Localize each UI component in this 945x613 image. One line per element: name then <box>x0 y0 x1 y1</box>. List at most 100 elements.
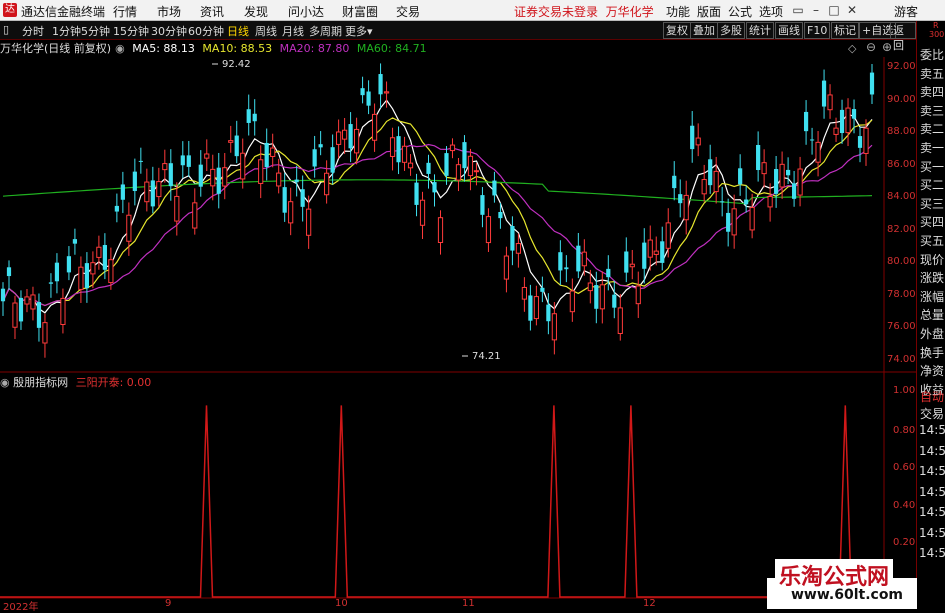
quote-field-label: 买二 <box>920 178 945 193</box>
candle-up <box>270 147 276 157</box>
candle-down <box>839 109 845 134</box>
candle-up <box>629 263 635 268</box>
candle-up <box>731 208 737 236</box>
candle-up <box>665 222 671 249</box>
quote-field-label: 净资 <box>920 364 945 379</box>
candle-up <box>449 144 456 152</box>
candle-down <box>36 302 42 328</box>
candle-down <box>312 149 317 167</box>
high-label: 92.42 <box>222 59 251 70</box>
quote-field-label: 换手 <box>920 345 945 360</box>
watermark-url: www.60lt.com <box>791 587 904 603</box>
candle-down <box>246 109 251 123</box>
candle-up <box>336 131 342 145</box>
candle-up <box>353 128 360 154</box>
candle-up <box>653 250 659 255</box>
candle-up <box>503 255 510 280</box>
trade-label[interactable]: 交易 <box>920 405 944 422</box>
candle-down <box>546 304 551 322</box>
candle-down <box>84 263 89 289</box>
candle-up <box>761 162 767 175</box>
ma5-line <box>2 99 873 314</box>
candle-up <box>90 262 96 275</box>
candle-up <box>389 137 396 157</box>
candle-down <box>414 182 419 205</box>
quote-field-label: 涨幅 <box>920 289 945 304</box>
candle-down <box>180 155 185 166</box>
candle-up <box>288 201 294 224</box>
candle-down <box>252 113 257 122</box>
candle-up <box>174 195 180 222</box>
candle-up <box>258 159 264 184</box>
candle-down <box>366 91 371 106</box>
quote-field-label: 委比 <box>920 48 945 62</box>
time-label: 12 <box>643 598 656 609</box>
auto-label[interactable]: 自动 <box>920 388 944 405</box>
candle-up <box>815 141 821 163</box>
candle-down <box>378 74 383 95</box>
candle-down <box>492 180 497 196</box>
candle-down <box>558 252 563 271</box>
indicator-series <box>0 405 875 598</box>
time-label: 2022年 <box>3 602 39 613</box>
candle-down <box>672 175 677 189</box>
tick-time: 14:56 <box>919 423 945 437</box>
candle-down <box>318 144 323 148</box>
ma-lines <box>2 99 873 314</box>
candle-down <box>540 287 545 292</box>
candle-down <box>809 139 815 141</box>
candle-up <box>228 140 234 143</box>
candle-down <box>510 225 515 251</box>
candle-up <box>533 296 539 320</box>
quote-field-label: 买一 <box>920 159 945 174</box>
tick-time: 14:56 <box>919 464 945 478</box>
candle-up <box>551 313 557 341</box>
candle-down <box>114 205 119 212</box>
candle-down <box>348 124 353 149</box>
candle-up <box>60 297 66 326</box>
candle-up <box>108 259 114 284</box>
candle-up <box>467 155 474 177</box>
time-label: 10 <box>335 598 348 609</box>
tick-time: 14:56 <box>919 505 945 519</box>
candle-up <box>42 322 48 344</box>
candle-up <box>222 167 228 187</box>
candle-down <box>738 168 743 185</box>
candles <box>0 63 875 358</box>
candle-down <box>18 297 24 322</box>
candle-up <box>647 239 653 258</box>
candle-down <box>432 182 437 193</box>
candle-down <box>624 251 629 273</box>
candle-up <box>635 285 641 305</box>
candle-down <box>300 189 305 207</box>
candle-down <box>660 241 665 263</box>
candle-up <box>845 107 851 134</box>
candle-down <box>54 262 60 282</box>
candle-down <box>564 267 569 270</box>
quote-field-label: 外盘 <box>920 327 945 341</box>
quote-field-label: 买三 <box>920 196 945 211</box>
candle-up <box>599 284 605 310</box>
candle-up <box>485 216 492 244</box>
candle-down <box>642 242 647 269</box>
kline-chart[interactable]: 92.42 74.21 <box>0 0 916 609</box>
candle-up <box>749 207 755 231</box>
candle-up <box>401 145 408 163</box>
candle-down <box>168 163 173 187</box>
candle-down <box>234 135 239 157</box>
time-label: 9 <box>165 598 172 609</box>
time-label: 11 <box>462 598 475 609</box>
candle-up <box>833 127 839 135</box>
candle-down <box>294 179 299 183</box>
candle-up <box>156 181 162 198</box>
quote-field-label: 卖四 <box>920 85 945 100</box>
sanyang-line <box>0 405 875 598</box>
candle-up <box>144 181 150 203</box>
quote-field-label: 买五 <box>920 234 945 248</box>
candle-down <box>594 285 599 309</box>
candle-up <box>371 113 378 141</box>
candle-down <box>803 111 809 132</box>
candle-up <box>569 290 575 313</box>
candle-down <box>102 245 107 270</box>
candle-up <box>204 153 210 159</box>
